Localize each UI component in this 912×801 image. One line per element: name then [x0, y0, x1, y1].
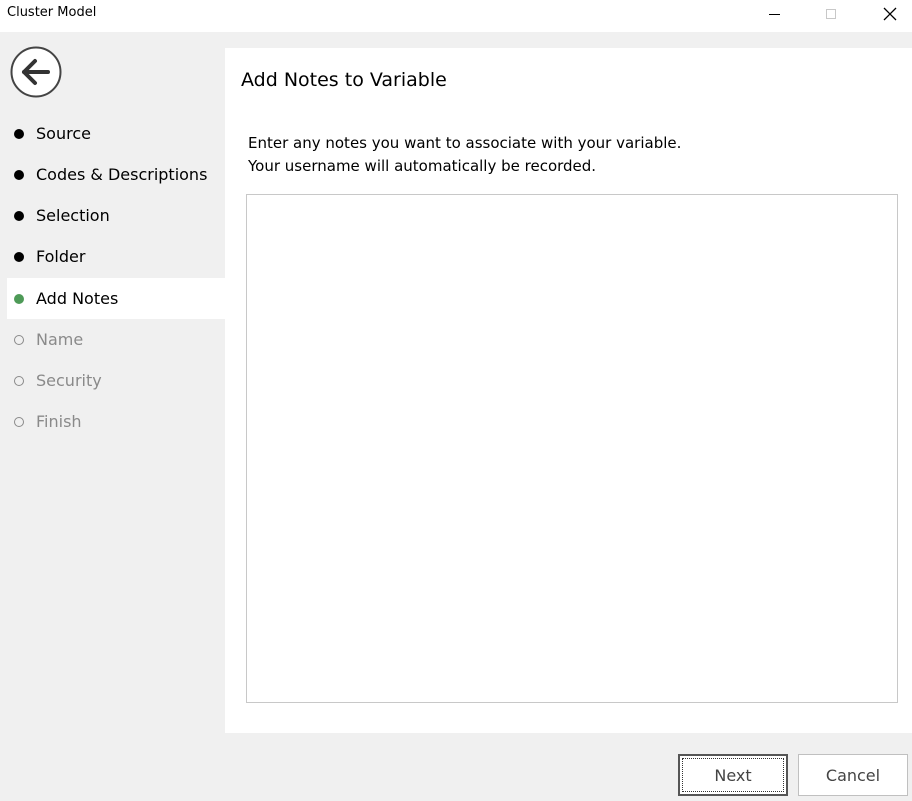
- step-pending-bullet-icon: [14, 416, 24, 427]
- step-name: Name: [7, 319, 225, 360]
- step-done-bullet-icon: [14, 210, 24, 221]
- close-button[interactable]: [867, 0, 912, 28]
- step-add-notes: Add Notes: [7, 278, 225, 319]
- wizard-window: Cluster Model Source Codes & Description…: [0, 0, 912, 801]
- step-pending-bullet-icon: [14, 334, 24, 345]
- step-codes-descriptions: Codes & Descriptions: [7, 154, 225, 195]
- step-done-bullet-icon: [14, 169, 24, 180]
- wizard-steps-sidebar: Source Codes & Descriptions Selection Fo…: [0, 32, 225, 732]
- step-label: Selection: [36, 206, 110, 225]
- step-done-bullet-icon: [14, 251, 24, 262]
- step-security: Security: [7, 360, 225, 401]
- step-current-bullet-icon: [14, 293, 24, 304]
- instruction-line: Your username will automatically be reco…: [248, 157, 597, 175]
- step-selection: Selection: [7, 195, 225, 236]
- next-button[interactable]: Next: [678, 754, 788, 796]
- cancel-button[interactable]: Cancel: [798, 754, 908, 796]
- step-folder: Folder: [7, 236, 225, 277]
- step-done-bullet-icon: [14, 128, 24, 139]
- back-button[interactable]: [10, 46, 62, 98]
- title-bar: Cluster Model: [0, 0, 912, 32]
- minimize-button[interactable]: [751, 0, 797, 28]
- step-label: Codes & Descriptions: [36, 165, 208, 184]
- step-label: Folder: [36, 247, 86, 266]
- step-label: Security: [36, 371, 102, 390]
- close-icon: [883, 7, 897, 21]
- instruction-line: Enter any notes you want to associate wi…: [248, 134, 682, 152]
- step-label: Source: [36, 124, 91, 143]
- maximize-button[interactable]: [808, 0, 854, 28]
- step-finish: Finish: [7, 401, 225, 442]
- step-label: Name: [36, 330, 84, 349]
- content-panel: Add Notes to Variable Enter any notes yo…: [225, 48, 912, 733]
- step-source: Source: [7, 113, 225, 154]
- step-pending-bullet-icon: [14, 375, 24, 386]
- instructions-text: Enter any notes you want to associate wi…: [248, 132, 681, 178]
- page-title: Add Notes to Variable: [241, 69, 447, 91]
- notes-textarea[interactable]: [246, 194, 898, 703]
- window-title: Cluster Model: [7, 5, 97, 20]
- minimize-icon: [768, 13, 780, 15]
- step-label: Add Notes: [36, 289, 119, 308]
- maximize-icon: [826, 9, 836, 19]
- step-label: Finish: [36, 412, 82, 431]
- arrow-left-circle-icon: [10, 46, 62, 98]
